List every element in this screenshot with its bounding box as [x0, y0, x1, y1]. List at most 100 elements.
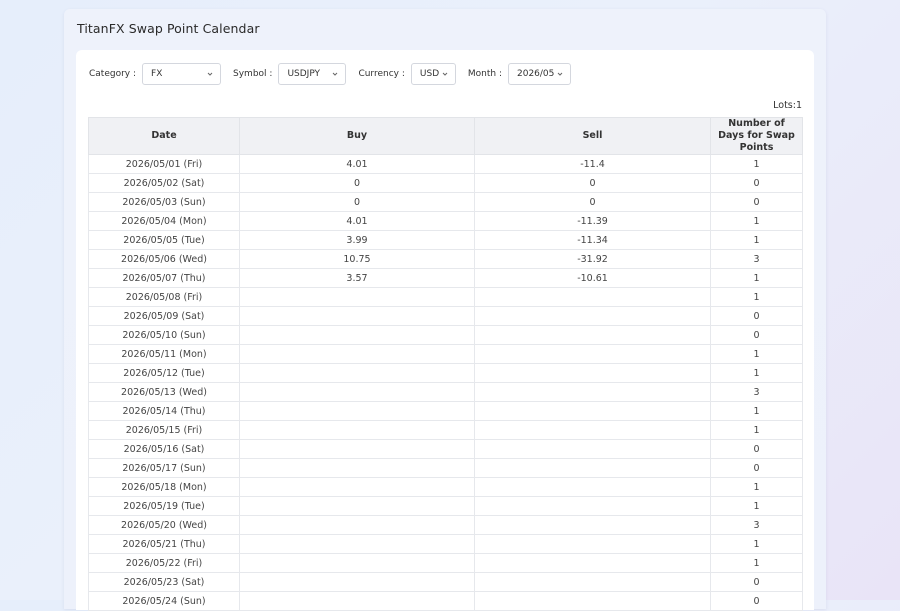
days-cell: 1	[710, 211, 803, 231]
days-cell: 0	[710, 306, 803, 326]
days-cell: 1	[710, 230, 803, 250]
days-cell: 1	[710, 154, 803, 174]
month-label: Month :	[467, 69, 502, 79]
buy-cell	[239, 515, 475, 535]
page-title: TitanFX Swap Point Calendar	[77, 21, 260, 36]
days-cell: 3	[710, 515, 803, 535]
date-cell: 2026/05/03 (Sun)	[88, 192, 240, 212]
sell-cell	[474, 591, 711, 611]
filter-bar: Category : FX Symbol : USDJPY Currency :…	[89, 62, 583, 86]
buy-cell: 0	[239, 173, 475, 193]
chevron-down-icon	[557, 72, 563, 76]
buy-cell	[239, 496, 475, 516]
lots-indicator: Lots:1	[773, 100, 802, 111]
buy-cell: 3.99	[239, 230, 475, 250]
buy-cell: 10.75	[239, 249, 475, 269]
table-row: 2026/05/03 (Sun) 0 0 0	[88, 192, 803, 212]
table-row: 2026/05/22 (Fri) 1	[88, 553, 803, 573]
buy-cell	[239, 534, 475, 554]
table-body: 2026/05/01 (Fri) 4.01 -11.4 1 2026/05/02 (Sa…	[88, 154, 803, 611]
category-select[interactable]: FX	[142, 63, 222, 85]
date-cell: 2026/05/22 (Fri)	[88, 553, 240, 573]
date-cell: 2026/05/11 (Mon)	[88, 344, 240, 364]
month-select[interactable]: 2026/05	[508, 63, 571, 85]
table-row: 2026/05/18 (Mon) 1	[88, 477, 803, 497]
sell-cell	[474, 458, 711, 478]
symbol-value: USDJPY	[287, 69, 321, 79]
buy-cell: 4.01	[239, 154, 475, 174]
days-cell: 0	[710, 591, 803, 611]
currency-select[interactable]: USD	[410, 63, 456, 85]
table-row: 2026/05/16 (Sat) 0	[88, 439, 803, 459]
buy-cell	[239, 344, 475, 364]
days-cell: 1	[710, 344, 803, 364]
table-row: 2026/05/15 (Fri) 1	[88, 420, 803, 440]
buy-cell	[239, 401, 475, 421]
date-cell: 2026/05/14 (Thu)	[88, 401, 240, 421]
date-cell: 2026/05/06 (Wed)	[88, 249, 240, 269]
chevron-down-icon	[333, 72, 338, 76]
days-cell: 1	[710, 534, 803, 554]
table-row: 2026/05/04 (Mon) 4.01 -11.39 1	[88, 211, 803, 231]
table-row: 2026/05/10 (Sun) 0	[88, 325, 803, 345]
buy-cell: 4.01	[239, 211, 475, 231]
buy-cell: 3.57	[239, 268, 475, 288]
buy-cell: 0	[239, 192, 475, 212]
table-row: 2026/05/09 (Sat) 0	[88, 306, 803, 326]
symbol-select[interactable]: USDJPY	[278, 63, 347, 85]
date-cell: 2026/05/01 (Fri)	[88, 154, 240, 174]
date-cell: 2026/05/02 (Sat)	[88, 173, 240, 193]
days-cell: 1	[710, 287, 803, 307]
date-cell: 2026/05/21 (Thu)	[88, 534, 240, 554]
column-header-buy: Buy	[239, 117, 475, 155]
buy-cell	[239, 325, 475, 345]
days-cell: 1	[710, 553, 803, 573]
sell-cell	[474, 496, 711, 516]
sell-cell	[474, 287, 711, 307]
date-cell: 2026/05/23 (Sat)	[88, 572, 240, 592]
sell-cell	[474, 382, 711, 402]
days-cell: 0	[710, 458, 803, 478]
table-row: 2026/05/07 (Thu) 3.57 -10.61 1	[88, 268, 803, 288]
sell-cell	[474, 572, 711, 592]
buy-cell	[239, 477, 475, 497]
buy-cell	[239, 287, 475, 307]
sell-cell	[474, 515, 711, 535]
days-cell: 0	[710, 572, 803, 592]
sell-cell	[474, 325, 711, 345]
date-cell: 2026/05/09 (Sat)	[88, 306, 240, 326]
date-cell: 2026/05/07 (Thu)	[88, 268, 240, 288]
category-label: Category :	[89, 69, 137, 79]
table-row: 2026/05/12 (Tue) 1	[88, 363, 803, 383]
column-header-days: Number of Days for Swap Points	[710, 117, 803, 155]
table-header-row: Date Buy Sell Number of Days for Swap Po…	[88, 117, 803, 155]
date-cell: 2026/05/08 (Fri)	[88, 287, 240, 307]
days-cell: 1	[710, 496, 803, 516]
buy-cell	[239, 382, 475, 402]
category-value: FX	[151, 69, 163, 79]
table-row: 2026/05/01 (Fri) 4.01 -11.4 1	[88, 154, 803, 174]
days-cell: 1	[710, 268, 803, 288]
date-cell: 2026/05/17 (Sun)	[88, 458, 240, 478]
table-row: 2026/05/14 (Thu) 1	[88, 401, 803, 421]
sell-cell	[474, 439, 711, 459]
date-cell: 2026/05/05 (Tue)	[88, 230, 240, 250]
date-cell: 2026/05/24 (Sun)	[88, 591, 240, 611]
sell-cell: -10.61	[474, 268, 711, 288]
sell-cell: 0	[474, 192, 711, 212]
table-row: 2026/05/05 (Tue) 3.99 -11.34 1	[88, 230, 803, 250]
month-value: 2026/05	[517, 69, 555, 79]
sell-cell: 0	[474, 173, 711, 193]
days-cell: 1	[710, 363, 803, 383]
days-cell: 3	[710, 249, 803, 269]
currency-label: Currency :	[358, 69, 405, 79]
sell-cell	[474, 420, 711, 440]
table-row: 2026/05/20 (Wed) 3	[88, 515, 803, 535]
sell-cell	[474, 363, 711, 383]
table-row: 2026/05/17 (Sun) 0	[88, 458, 803, 478]
days-cell: 0	[710, 173, 803, 193]
date-cell: 2026/05/10 (Sun)	[88, 325, 240, 345]
column-header-sell: Sell	[474, 117, 711, 155]
days-cell: 3	[710, 382, 803, 402]
table-row: 2026/05/11 (Mon) 1	[88, 344, 803, 364]
